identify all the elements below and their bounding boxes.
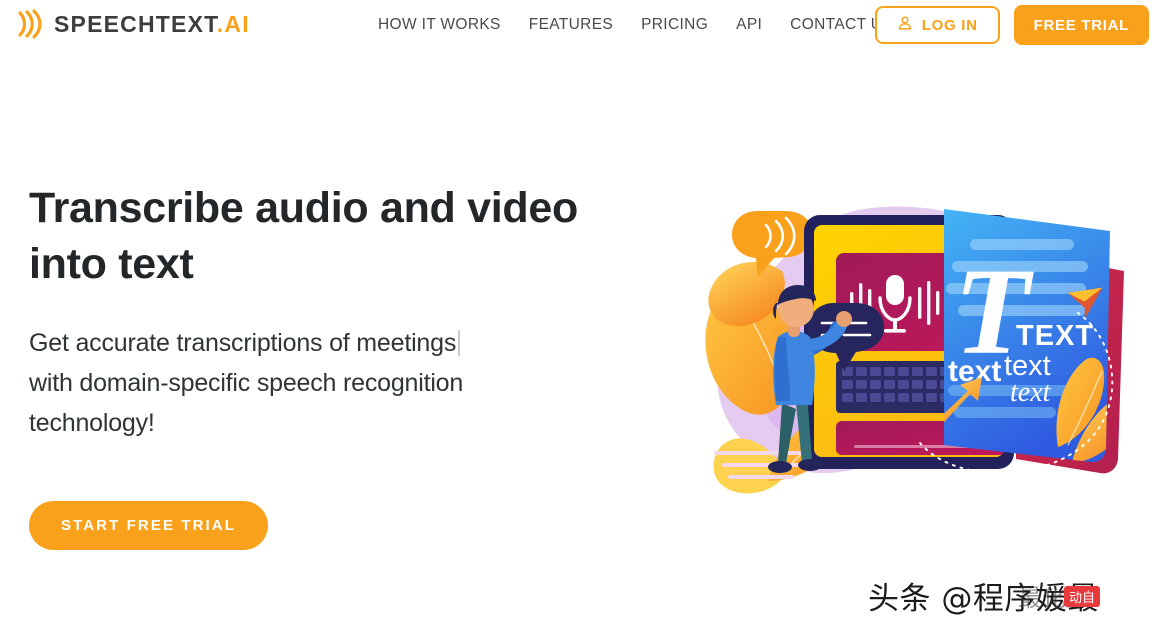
nav-item-features[interactable]: FEATURES (529, 16, 613, 34)
sound-wave-icon (16, 7, 42, 41)
hero-section: Transcribe audio and video into text Get… (0, 50, 1167, 627)
watermark-badge: 动自 (1064, 586, 1101, 607)
watermark: 头条 @程序媛最 最化默 动自 (868, 573, 1158, 618)
hero-title-line-2: into text (29, 240, 194, 288)
main-nav: HOW IT WORKS FEATURES PRICING API CONTAC… (378, 16, 893, 34)
page-title: Transcribe audio and video into text (29, 180, 629, 292)
site-header: SPEECHTEXT.AI HOW IT WORKS FEATURES PRIC… (0, 0, 1167, 50)
user-icon (897, 15, 913, 35)
hero-copy: Transcribe audio and video into text (29, 180, 629, 292)
hero-subtitle-line-1: Get accurate transcriptions of meetings (29, 329, 457, 357)
hero-subtitle-line-3: technology! (29, 409, 155, 437)
brand-name-text: SPEECHTEXT (54, 10, 217, 37)
nav-item-pricing[interactable]: PRICING (641, 16, 708, 34)
svg-text:text: text (1010, 377, 1052, 408)
text-caret (458, 330, 461, 356)
nav-item-how-it-works[interactable]: HOW IT WORKS (378, 16, 501, 34)
svg-text:TEXT: TEXT (1016, 320, 1094, 352)
log-in-button[interactable]: LOG IN (874, 6, 1000, 44)
header-actions: LOG IN FREE TRIAL (874, 5, 1149, 45)
free-trial-button[interactable]: FREE TRIAL (1013, 5, 1149, 45)
hero-subtitle: Get accurate transcriptions of meetings … (29, 323, 629, 443)
hero-title-line-1: Transcribe audio and video (29, 184, 578, 232)
start-free-trial-button[interactable]: START FREE TRIAL (29, 501, 268, 550)
brand-name: SPEECHTEXT.AI (54, 10, 250, 37)
hero-subtitle-line-2: with domain-specific speech recognition (29, 369, 464, 397)
brand-name-suffix: .AI (216, 10, 250, 37)
nav-item-api[interactable]: API (736, 16, 762, 34)
brand-logo[interactable]: SPEECHTEXT.AI (16, 7, 250, 41)
speech-to-text-illustration: T TEXT text text text (686, 195, 1154, 535)
log-in-label: LOG IN (921, 16, 978, 34)
